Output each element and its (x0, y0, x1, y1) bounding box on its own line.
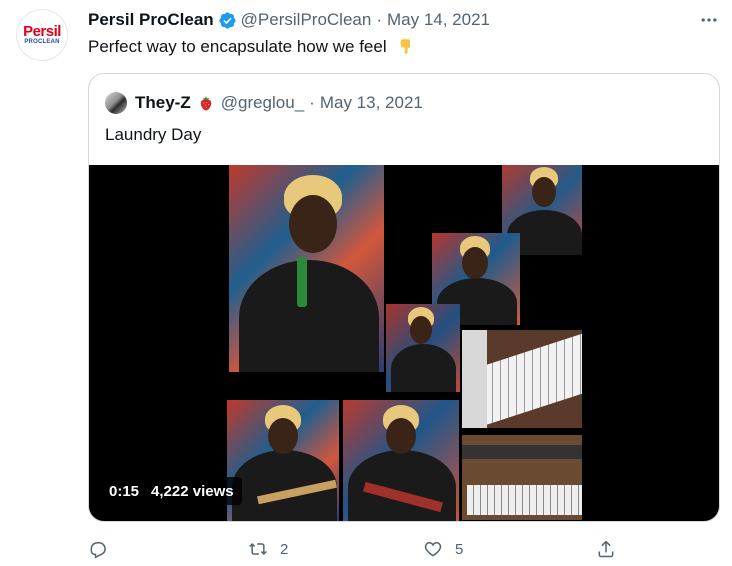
point-down-emoji-icon (401, 39, 411, 55)
quoted-tweet-card[interactable]: They-Z @greglou_ · May 13, 2021 Laundry … (88, 73, 720, 522)
video-tile-singer-small (386, 304, 460, 392)
quoted-author-name[interactable]: They-Z (135, 93, 191, 113)
video-tile-synth (462, 435, 582, 520)
quoted-tweet-header: They-Z @greglou_ · May 13, 2021 (135, 92, 423, 114)
verified-badge-icon (219, 11, 236, 29)
tweet-date[interactable]: May 14, 2021 (387, 10, 490, 30)
author-avatar[interactable]: Persil PROCLEAN (16, 9, 68, 61)
video-stats-overlay: 0:15 4,222 views (101, 477, 242, 505)
video-tile-vocalist (229, 165, 384, 372)
reply-button[interactable] (88, 536, 120, 562)
like-count: 5 (455, 540, 464, 558)
avatar-sub-text: PROCLEAN (24, 39, 60, 45)
tweet-text-container: Perfect way to encapsulate how we feel (88, 36, 415, 58)
video-duration: 0:15 (109, 482, 140, 500)
like-button[interactable]: 5 (423, 536, 463, 562)
tweet-actions: 2 5 (88, 536, 628, 562)
tweet-header: Persil ProClean @PersilProClean · May 14… (88, 9, 490, 31)
quoted-author-handle[interactable]: @greglou_ (221, 93, 304, 113)
quoted-tweet-date[interactable]: May 13, 2021 (320, 93, 423, 113)
strawberry-emoji-icon (200, 96, 211, 111)
separator-dot: · (376, 10, 382, 29)
quoted-tweet-text: Laundry Day (105, 125, 202, 144)
heart-icon (424, 541, 442, 557)
video-tile-bass-right (343, 400, 459, 521)
share-button[interactable] (596, 536, 616, 562)
retweet-icon (249, 542, 267, 556)
tweet-text: Perfect way to encapsulate how we feel (88, 37, 387, 56)
author-name[interactable]: Persil ProClean (88, 10, 214, 30)
quoted-author-avatar[interactable] (105, 92, 127, 114)
author-handle[interactable]: @PersilProClean (241, 10, 372, 30)
video-player[interactable]: 0:15 4,222 views (89, 165, 719, 521)
retweet-button[interactable]: 2 (248, 536, 288, 562)
separator-dot: · (309, 93, 315, 112)
retweet-count: 2 (280, 540, 289, 558)
video-views: 4,222 views (151, 482, 234, 500)
video-tile-bass-left (227, 400, 339, 521)
avatar-brand-text: Persil (23, 23, 61, 40)
reply-icon (90, 542, 106, 559)
share-icon (598, 540, 614, 558)
more-options-icon[interactable] (698, 9, 720, 31)
video-tile-keyboard (462, 330, 582, 428)
